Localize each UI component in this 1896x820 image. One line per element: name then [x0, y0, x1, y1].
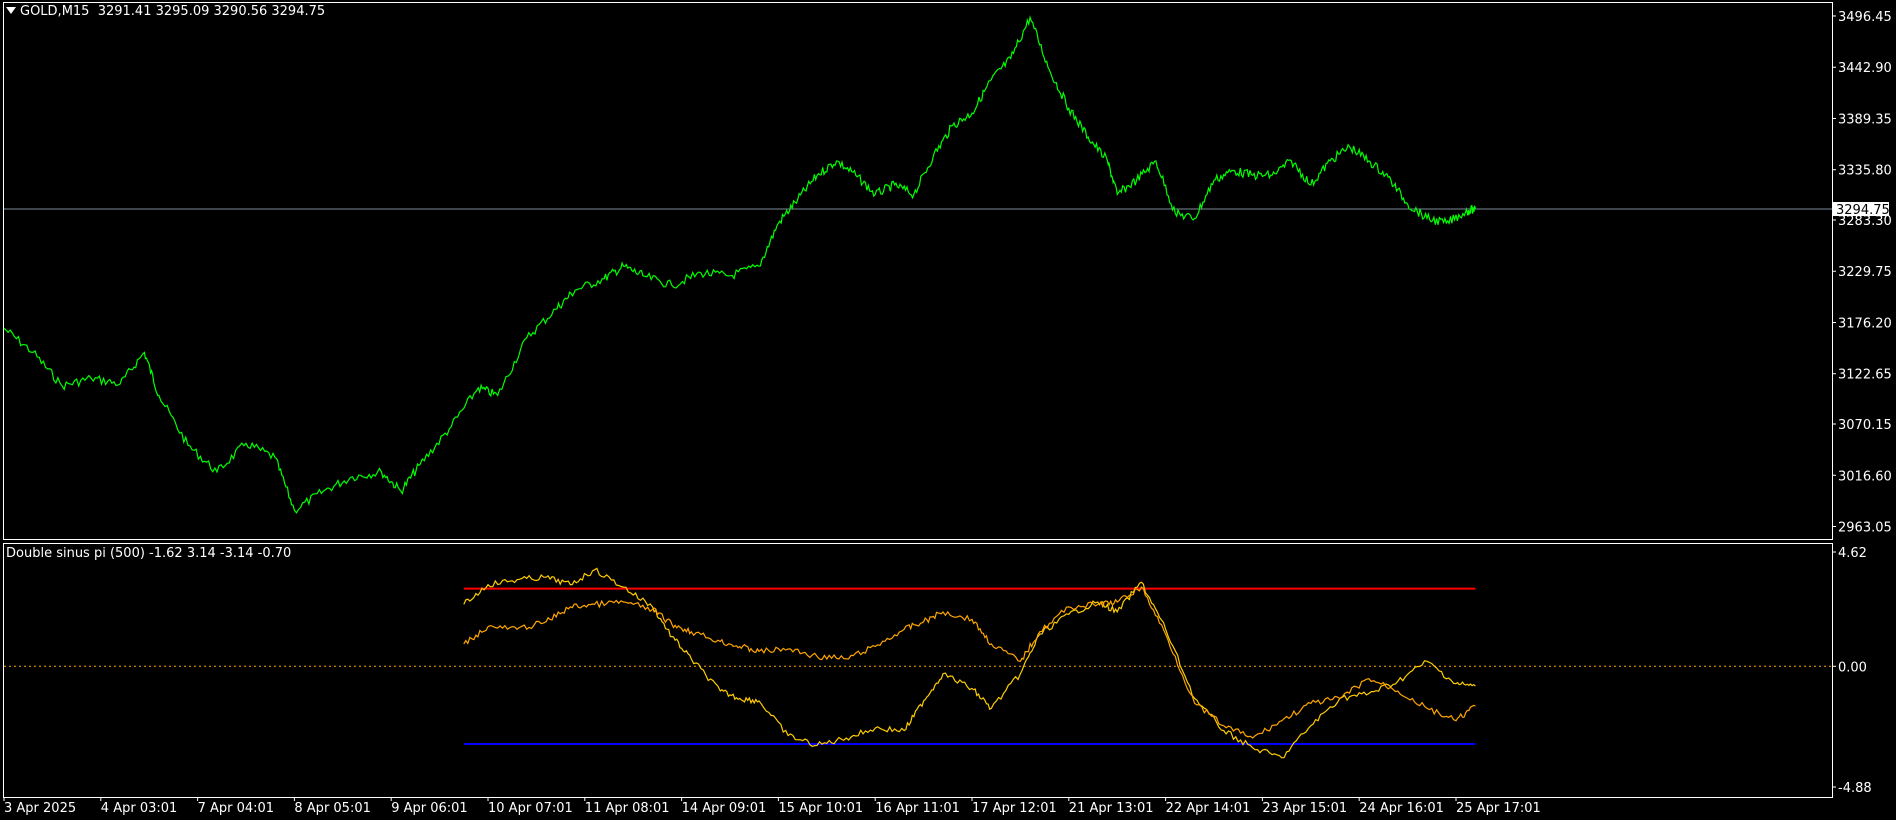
price-axis-label: 3176.20 [1838, 316, 1892, 331]
price-axis-label: 2963.05 [1838, 521, 1892, 536]
chart-background [0, 0, 1896, 820]
time-axis-label: 24 Apr 16:01 [1359, 801, 1444, 816]
price-axis-label: 3389.35 [1838, 112, 1892, 127]
time-axis-label: 15 Apr 10:01 [778, 801, 863, 816]
time-axis-label: 10 Apr 07:01 [488, 801, 573, 816]
time-axis-label: 7 Apr 04:01 [198, 801, 275, 816]
price-axis-label: 3335.80 [1838, 164, 1892, 179]
price-axis-label: 3016.60 [1838, 469, 1892, 484]
time-axis-label: 4 Apr 03:01 [101, 801, 178, 816]
price-axis-label: 3070.15 [1838, 418, 1892, 433]
time-axis-label: 8 Apr 05:01 [294, 801, 371, 816]
price-axis-label: 3122.65 [1838, 368, 1892, 383]
symbol-label: GOLD,M15 [20, 4, 90, 19]
price-axis-label: 3229.75 [1838, 265, 1892, 280]
price-axis-label: 3442.90 [1838, 61, 1892, 76]
time-axis-label: 21 Apr 13:01 [1069, 801, 1154, 816]
ohlc-values: 3291.41 3295.09 3290.56 3294.75 [97, 4, 326, 19]
chevron-down-icon[interactable] [6, 7, 16, 14]
indicator-axis-label: 4.62 [1838, 546, 1867, 561]
indicator-axis-label: -4.88 [1838, 781, 1872, 796]
time-axis-label: 23 Apr 15:01 [1262, 801, 1347, 816]
time-axis-label: 14 Apr 09:01 [682, 801, 767, 816]
chart-canvas[interactable]: 3496.453442.903389.353335.803283.303229.… [0, 0, 1896, 820]
current-price-label: 3294.75 [1836, 203, 1890, 218]
time-axis-label: 16 Apr 11:01 [875, 801, 960, 816]
time-axis-label: 25 Apr 17:01 [1456, 801, 1541, 816]
time-axis-label: 17 Apr 12:01 [972, 801, 1057, 816]
time-axis-label: 22 Apr 14:01 [1166, 801, 1251, 816]
indicator-axis-label: 0.00 [1838, 660, 1867, 675]
price-axis-label: 3496.45 [1838, 10, 1892, 25]
time-axis-label: 9 Apr 06:01 [391, 801, 468, 816]
time-axis-label: 3 Apr 2025 [4, 801, 76, 816]
time-axis-label: 11 Apr 08:01 [585, 801, 670, 816]
indicator-title: Double sinus pi (500) -1.62 3.14 -3.14 -… [6, 546, 292, 561]
chart-header: GOLD,M15 3291.41 3295.09 3290.56 3294.75 [6, 4, 325, 19]
